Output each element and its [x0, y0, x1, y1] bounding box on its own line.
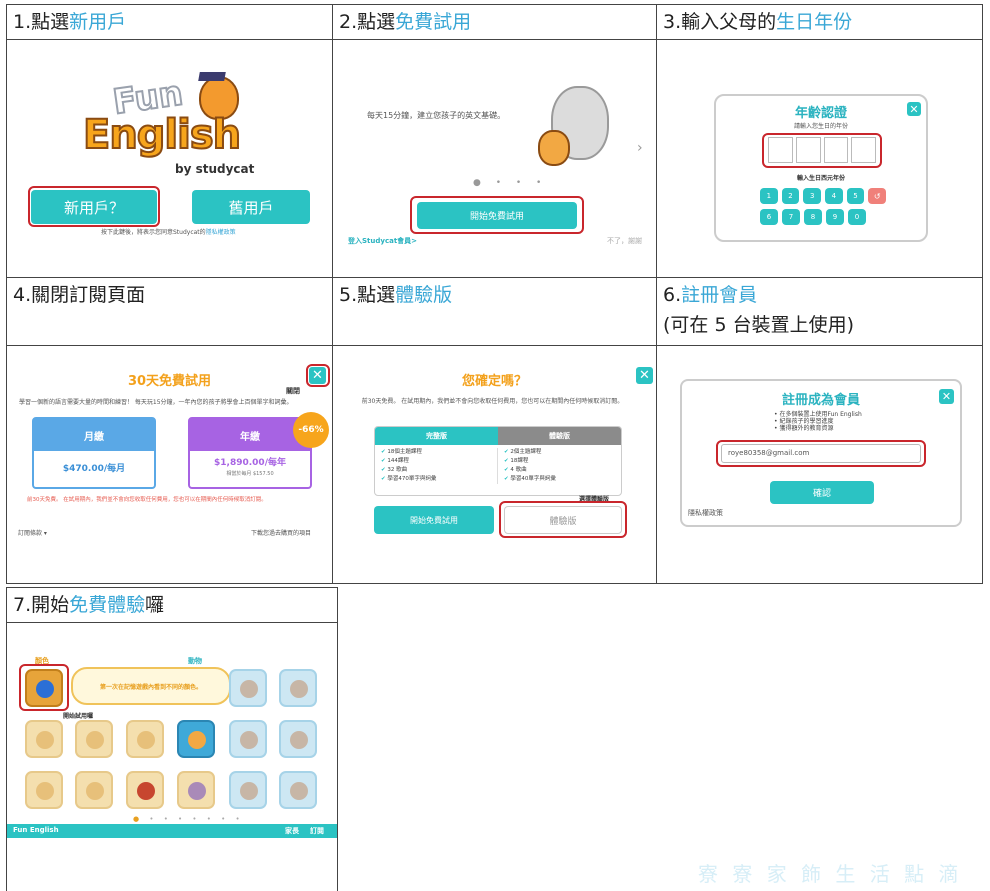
page-dots: ● • • • • • • • — [133, 815, 244, 823]
lesson-tile[interactable] — [279, 720, 317, 758]
watermark: 寮 寮 家 飾 生 活 點 滴 — [698, 862, 963, 886]
old-user-button[interactable]: 舊用戶 — [192, 190, 310, 224]
lesson-tile[interactable] — [229, 771, 267, 809]
carousel-dots: ● • • • — [473, 178, 548, 188]
confirm-title: 您確定嗎？ — [461, 374, 527, 389]
step-3-header: 3.輸入父母的生日年份 — [656, 4, 983, 40]
key-5[interactable]: 5 — [846, 188, 865, 204]
step-6-screenshot: 註冊成為會員 ✕ • 在多個裝置上使用Fun English • 紀錄孩子的學習… — [656, 345, 983, 584]
step-4-header: 4.關閉訂閱頁面 — [6, 277, 333, 346]
fun-english-logo: Fun English by studycat — [82, 72, 255, 176]
tooltip: 第一次在記憶遊戲內看到不同的顏色。 — [71, 667, 231, 705]
number-keypad: 1 2 3 4 5 ↺ 6 7 8 9 0 — [760, 188, 887, 225]
highlight-trial-version — [499, 501, 627, 538]
age-verification-dialog: 年齡認證 ✕ 請輸入您生日的年份 輸入生日西元年份 1 2 3 4 5 ↺ 6 … — [714, 94, 928, 242]
subscribe-nav[interactable]: 訂閱 — [310, 826, 324, 836]
app-name: Fun English — [13, 826, 59, 834]
key-0[interactable]: 0 — [848, 209, 866, 225]
close-label: 關閉 — [286, 387, 300, 395]
key-3[interactable]: 3 — [803, 188, 822, 204]
year-prompt: 請輸入您生日的年份 — [793, 123, 848, 130]
year-hint: 輸入生日西元年份 — [796, 175, 845, 182]
trial-notice: 前30天免費。 在試用期內，我們並不會向您收取任何費用，您也可以在期間內任何時候… — [27, 497, 267, 503]
lesson-tile[interactable] — [25, 720, 63, 758]
cat-small-icon — [538, 130, 570, 166]
highlight-colors-tile — [19, 664, 69, 711]
confirm-description: 前30天免費。 在試用期內，我們並不會向您收取任何費用，您也可以在期間內任何時候… — [361, 398, 624, 405]
lesson-tile[interactable] — [177, 720, 215, 758]
lesson-tile[interactable] — [126, 720, 164, 758]
graduation-cap-icon — [198, 72, 226, 81]
lesson-tile[interactable] — [25, 771, 63, 809]
close-icon[interactable]: ✕ — [636, 367, 653, 384]
key-2[interactable]: 2 — [781, 188, 800, 204]
privacy-link[interactable]: 隱私權政策 — [688, 508, 723, 518]
lesson-tile[interactable] — [177, 771, 215, 809]
key-8[interactable]: 8 — [804, 209, 822, 225]
privacy-consent: 按下此鍵後，將表示您同意Studycat的隱私權政策 — [101, 229, 236, 236]
step-3-screenshot: 年齡認證 ✕ 請輸入您生日的年份 輸入生日西元年份 1 2 3 4 5 ↺ 6 … — [656, 39, 983, 278]
chevron-right-icon[interactable]: › — [637, 140, 643, 156]
lesson-tile[interactable] — [279, 771, 317, 809]
benefits-list: • 在多個裝置上使用Fun English • 紀錄孩子的學習進度 • 獲得額外… — [774, 411, 862, 432]
lesson-tile[interactable] — [229, 720, 267, 758]
lesson-tile[interactable] — [126, 771, 164, 809]
step-2-header: 2.點選免費試用 — [332, 4, 657, 40]
dialog-title: 年齡認證 — [794, 106, 847, 121]
highlight-close — [306, 364, 330, 387]
confirm-button[interactable]: 確認 — [770, 481, 874, 504]
close-icon[interactable]: ✕ — [907, 102, 921, 116]
key-6[interactable]: 6 — [760, 209, 778, 225]
undo-key[interactable]: ↺ — [868, 188, 887, 204]
register-dialog: 註冊成為會員 ✕ • 在多個裝置上使用Fun English • 紀錄孩子的學習… — [680, 379, 962, 527]
step-7-screenshot: 顏色 動物 第一次在記憶遊戲內看到不同的顏色。 開始試用囉 ● • • • • … — [6, 622, 338, 891]
step-4-screenshot: 30天免費試用 ✕ 關閉 學習一個新的語言需要大量的時間和練習！ 每天玩15分鐘… — [6, 345, 333, 584]
step-6-header: 6.註冊會員 (可在 5 台裝置上使用) — [656, 277, 983, 346]
step-7-header: 7.開始免費體驗囉 — [6, 587, 338, 623]
tutorial-table: 1.點選新用戶 2.點選免費試用 3.輸入父母的生日年份 Fun English… — [6, 4, 983, 584]
step-1-screenshot: Fun English by studycat 新用戶？ 舊用戶 按下此鍵後，將… — [6, 39, 333, 278]
monthly-plan[interactable]: 月繳 $470.00/每月 — [32, 417, 156, 489]
parent-nav[interactable]: 家長 — [285, 826, 299, 836]
trial-description: 學習一個新的語言需要大量的時間和練習！ 每天玩15分鐘，一年內您的孩子將學會上百… — [19, 399, 293, 406]
close-icon[interactable]: ✕ — [939, 389, 954, 404]
step-5-header: 5.點選體驗版 — [332, 277, 657, 346]
highlight-start-trial — [410, 196, 584, 234]
step-1-header: 1.點選新用戶 — [6, 4, 333, 40]
restore-purchases[interactable]: 下載您過去購買的項目 — [251, 528, 311, 537]
lesson-tile[interactable] — [75, 720, 113, 758]
subscription-terms[interactable]: 訂閱條款 ▾ — [18, 528, 47, 537]
highlight-email — [716, 440, 926, 467]
animal-tile[interactable] — [229, 669, 267, 707]
key-4[interactable]: 4 — [825, 188, 843, 204]
privacy-policy-link[interactable]: 隱私權政策 — [206, 229, 236, 236]
start-trial-button[interactable]: 開始免費試用 — [374, 506, 494, 534]
lesson-tile[interactable] — [75, 771, 113, 809]
key-1[interactable]: 1 — [760, 188, 778, 204]
step-5-screenshot: 您確定嗎？ ✕ 前30天免費。 在試用期內，我們並不會向您收取任何費用，您也可以… — [332, 345, 657, 584]
no-thanks-link[interactable]: 不了，謝謝 — [607, 236, 642, 246]
login-link[interactable]: 登入Studycat會員> — [348, 236, 417, 246]
step-2-screenshot: 每天15分鐘，建立您孩子的英文基礎。 › ● • • • 開始免費試用 登入St… — [332, 39, 657, 278]
plan-comparison: 完整版 體驗版 ✔ 18個主題課程 ✔ 144課程 ✔ 32 歌曲 ✔ 學習47… — [374, 426, 622, 496]
tagline: 每天15分鐘，建立您孩子的英文基礎。 — [367, 111, 506, 120]
category-animals-label: 動物 — [188, 657, 202, 665]
animal-tile[interactable] — [279, 669, 317, 707]
key-7[interactable]: 7 — [782, 209, 800, 225]
tutorial-table-step-7: 7.開始免費體驗囉 顏色 動物 第一次在記憶遊戲內看到不同的顏色。 開始試用囉 — [6, 587, 338, 891]
bottom-bar: Fun English 家長 訂閱 — [7, 824, 337, 838]
discount-badge: -66% — [293, 412, 329, 448]
start-here-label: 開始試用囉 — [63, 713, 94, 720]
highlight-new-user — [28, 186, 160, 227]
highlight-year-input — [762, 133, 882, 168]
key-9[interactable]: 9 — [826, 209, 844, 225]
trial-title: 30天免費試用 — [127, 374, 212, 389]
register-title: 註冊成為會員 — [781, 393, 860, 408]
